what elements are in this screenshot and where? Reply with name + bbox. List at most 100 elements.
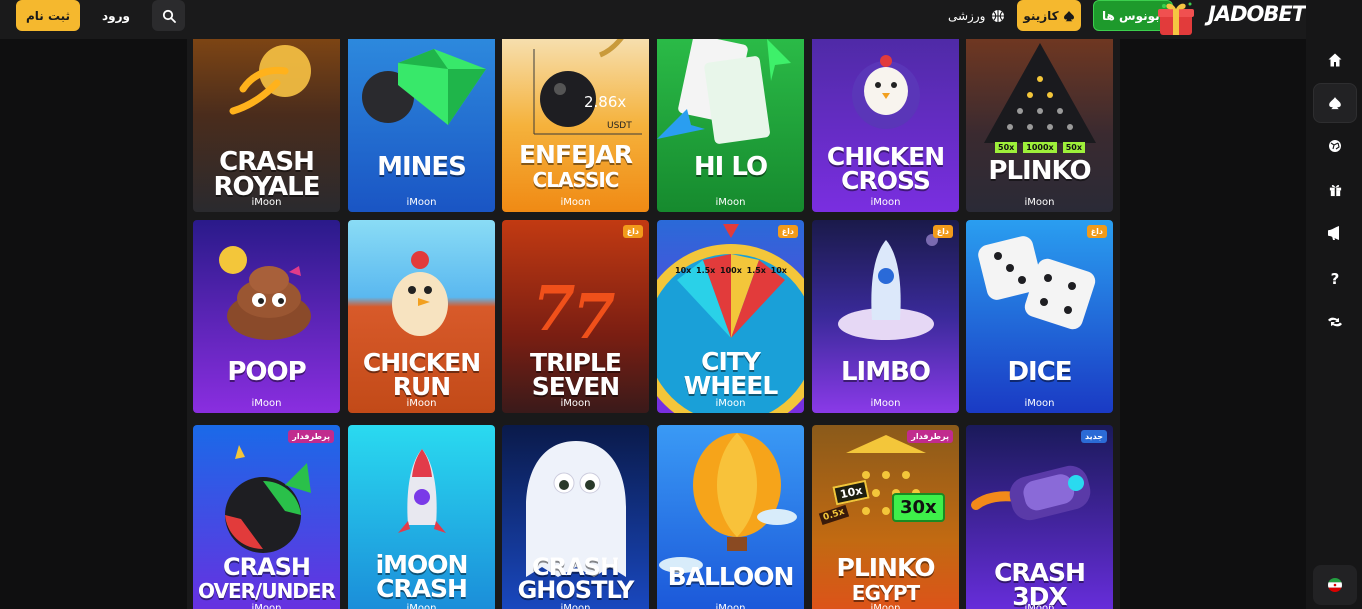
wheel-value: 1.5x <box>746 266 766 275</box>
game-provider: iMoon <box>1024 398 1055 409</box>
sports-nav-link[interactable]: ورزشی <box>948 6 1005 26</box>
game-title: POOP <box>227 357 306 387</box>
sidebar-item-sports[interactable] <box>1313 126 1357 166</box>
casino-button[interactable]: کازینو <box>1017 0 1081 31</box>
game-card-crash-ghostly[interactable]: CRASH GHOSTLY iMoon <box>502 425 649 609</box>
badge-hot: داغ <box>777 225 798 238</box>
gift-box-icon <box>1158 2 1194 35</box>
game-provider: iMoon <box>251 197 282 208</box>
game-title: DICE <box>1007 357 1072 387</box>
sidebar-item-home[interactable] <box>1313 40 1357 80</box>
game-provider: iMoon <box>560 398 591 409</box>
megaphone-icon <box>1328 226 1339 240</box>
game-title: CRASH 3DX <box>994 558 1086 609</box>
sidebar-item-exchange[interactable] <box>1313 302 1357 342</box>
game-card-city-wheel[interactable]: 10x 1.5x 100x 1.5x 10x داغ CITY WHEEL iMo… <box>657 220 804 413</box>
sports-ball-icon <box>1329 140 1341 152</box>
svg-text:7: 7 <box>572 280 615 353</box>
game-card-balloon[interactable]: BALLOON iMoon <box>657 425 804 609</box>
wheel-value: 10x <box>675 266 692 275</box>
game-provider: iMoon <box>560 603 591 609</box>
game-provider: iMoon <box>1024 603 1055 609</box>
game-title: PLINKO EGYPT <box>836 553 936 605</box>
sidebar-item-help[interactable]: ? <box>1313 259 1357 299</box>
right-sidebar: ? <box>1306 0 1362 609</box>
game-provider: iMoon <box>406 603 437 609</box>
badge-new: جدید <box>1080 430 1107 443</box>
search-button[interactable] <box>152 0 185 31</box>
game-card-limbo[interactable]: داغ LIMBO iMoon <box>812 220 959 413</box>
casino-label: کازینو <box>1023 8 1059 23</box>
game-title: HI LO <box>693 152 768 182</box>
help-icon: ? <box>1331 271 1340 287</box>
game-card-hi-lo[interactable]: HI LO iMoon <box>657 39 804 212</box>
multiplier-chip: 30x <box>892 493 945 522</box>
game-provider: iMoon <box>560 197 591 208</box>
game-title: ENFEJAR CLASSIC <box>518 140 633 192</box>
game-title: LIMBO <box>840 357 931 387</box>
home-icon <box>1328 53 1342 67</box>
wheel-value: 100x <box>720 266 742 275</box>
game-card-chicken-cross[interactable]: CHICKEN CROSS iMoon <box>812 39 959 212</box>
game-title: CHICKEN CROSS <box>826 142 945 195</box>
language-selector[interactable] <box>1313 565 1357 605</box>
badge-hot: داغ <box>932 225 953 238</box>
wheel-value: 10x <box>770 266 787 275</box>
game-provider: iMoon <box>251 603 282 609</box>
game-title: CITY WHEEL <box>683 347 779 400</box>
game-title: iMOON CRASH <box>375 550 469 603</box>
game-title: CRASH OVER/UNDER <box>198 553 336 603</box>
game-card-enfejar-classic[interactable]: 2.86x USDT ENFEJAR CLASSIC iMoon <box>502 39 649 212</box>
iran-flag-icon <box>1328 578 1342 592</box>
game-card-plinko[interactable]: 50x 1000x 50x PLINKO iMoon <box>966 39 1113 212</box>
svg-text:7: 7 <box>532 272 575 345</box>
game-card-triple-seven[interactable]: 7 7 داغ TRIPLE SEVEN iMoon <box>502 220 649 413</box>
game-card-crash-royale[interactable]: CRASH ROYALE iMoon <box>193 39 340 212</box>
game-provider: iMoon <box>406 398 437 409</box>
game-card-mines[interactable]: MINES iMoon <box>348 39 495 212</box>
game-card-imoon-crash[interactable]: iMOON CRASH iMoon <box>348 425 495 609</box>
plinko-art <box>966 39 1113 212</box>
game-title: PLINKO <box>988 156 1091 186</box>
sidebar-item-casino[interactable] <box>1313 83 1357 123</box>
register-button[interactable]: ثبت نام <box>16 0 80 31</box>
badge-popular: پرطرفدار <box>907 430 953 443</box>
game-card-crash-over-under[interactable]: پرطرفدار CRASH OVER/UNDER iMoon <box>193 425 340 609</box>
game-provider: iMoon <box>715 603 746 609</box>
game-provider: iMoon <box>715 398 746 409</box>
badge-popular: پرطرفدار <box>288 430 334 443</box>
game-card-crash-3dx[interactable]: جدید CRASH 3DX iMoon <box>966 425 1113 609</box>
game-card-plinko-egypt[interactable]: 10x 30x 0.5x پرطرفدار PLINKO EGYPT iMoon <box>812 425 959 609</box>
casino-game-grid: CRASH ROYALE iMoon MINES iMoon 2.86x USDT… <box>187 39 1120 609</box>
currency-label: USDT <box>607 121 632 131</box>
game-title: BALLOON <box>667 562 795 591</box>
sidebar-item-announcements[interactable] <box>1313 213 1357 253</box>
game-card-poop[interactable]: POOP iMoon <box>193 220 340 413</box>
exchange-icon <box>1328 317 1342 327</box>
game-provider: iMoon <box>251 398 282 409</box>
gift-icon <box>1329 184 1341 196</box>
spade-icon <box>1329 97 1341 110</box>
game-card-dice[interactable]: داغ DICE iMoon <box>966 220 1113 413</box>
sidebar-item-promotions[interactable] <box>1313 169 1357 209</box>
game-provider: iMoon <box>870 197 901 208</box>
login-button[interactable]: ورود <box>96 0 136 31</box>
game-title: CHICKEN RUN <box>362 348 481 401</box>
multiplier-row: 50x 1000x 50x <box>995 142 1085 153</box>
bonuses-label: بونوس ها <box>1102 8 1160 23</box>
multiplier-chip: 1000x <box>1023 142 1057 153</box>
wheel-value: 1.5x <box>696 266 716 275</box>
game-provider: iMoon <box>1024 197 1055 208</box>
hi-lo-art <box>657 39 804 212</box>
jadobet-logo[interactable]: JADOBET <box>1208 2 1306 26</box>
multiplier-readout: 2.86x <box>584 93 627 111</box>
basketball-icon <box>992 10 1005 22</box>
game-provider: iMoon <box>870 603 901 609</box>
game-provider: iMoon <box>715 197 746 208</box>
game-title: CRASH ROYALE <box>213 147 321 202</box>
game-card-chicken-run[interactable]: CHICKEN RUN iMoon <box>348 220 495 413</box>
game-provider: iMoon <box>406 197 437 208</box>
game-title: MINES <box>377 152 467 182</box>
search-icon <box>162 9 176 23</box>
game-title: CRASH GHOSTLY <box>517 553 635 604</box>
